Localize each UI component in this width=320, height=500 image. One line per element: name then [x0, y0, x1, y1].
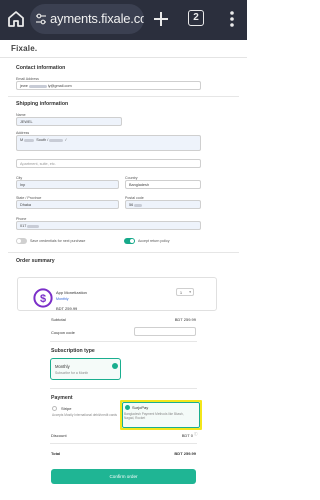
total-label: Total	[51, 451, 61, 456]
email-value-end: ly@gmail.com	[47, 84, 72, 89]
redacted-text	[134, 203, 143, 207]
address-value-start: M	[20, 138, 24, 143]
tab-switcher-button[interactable]: 2	[188, 10, 204, 26]
order-summary-title: Order summary	[16, 258, 55, 264]
subscription-option-monthly[interactable]	[50, 358, 121, 380]
stripe-radio[interactable]	[52, 406, 57, 411]
home-icon[interactable]	[6, 9, 26, 29]
discount-value: BDT 0	[181, 433, 193, 438]
product-name: App Monetization	[56, 290, 87, 295]
stripe-option-title[interactable]: Stripe	[61, 406, 71, 411]
section-divider	[8, 96, 239, 97]
save-details-toggle[interactable]	[16, 238, 27, 244]
discount-label: Discount	[51, 433, 67, 438]
coupon-input[interactable]	[134, 327, 196, 336]
more-menu-icon[interactable]	[225, 8, 239, 30]
section-divider	[8, 252, 239, 253]
redacted-text	[24, 138, 35, 142]
apartment-field[interactable]: Apartment, suite, etc.	[16, 159, 201, 168]
address-value-end: /	[65, 138, 67, 143]
url-text: ayments.fixale.com	[50, 11, 144, 26]
postal-code-value: 56	[129, 203, 134, 208]
highlight-box	[120, 400, 202, 430]
address-bar[interactable]: ayments.fixale.com	[30, 4, 144, 34]
header-divider	[0, 57, 247, 58]
redacted-text	[49, 138, 64, 142]
quantity-select[interactable]: 1 ▾	[176, 288, 194, 296]
postal-code-field[interactable]: 56	[125, 200, 201, 209]
site-settings-icon[interactable]	[34, 12, 48, 26]
new-tab-icon[interactable]	[151, 9, 171, 29]
city-field[interactable]: Inp	[16, 180, 119, 189]
product-plan: Monthly	[56, 297, 69, 301]
address-value-mid: South /	[36, 138, 49, 143]
product-price: BDT 259.99	[56, 306, 78, 311]
payment-title: Payment	[51, 395, 73, 401]
info-icon: ⓘ	[194, 432, 198, 436]
confirm-order-button[interactable]: Confirm order	[51, 469, 196, 484]
coupon-label: Coupon code	[51, 330, 75, 335]
email-field[interactable]: jewe ly@gmail.com	[16, 81, 201, 90]
subtotal-label: Subtotal	[51, 317, 66, 322]
section-divider	[50, 388, 197, 389]
subscription-option-desc: Subscribe for a Month	[55, 371, 89, 375]
accept-policy-toggle[interactable]	[124, 238, 135, 244]
email-value-start: jewe	[20, 84, 28, 89]
accept-policy-label: Accept return policy	[138, 239, 170, 243]
section-divider	[50, 443, 197, 444]
contact-section-title: Contact information	[16, 65, 66, 71]
shipping-section-title: Shipping information	[16, 101, 69, 107]
subtotal-value: BDT 259.99	[174, 317, 196, 322]
phone-value: 017	[20, 224, 27, 229]
address-field[interactable]: M South / /	[16, 135, 201, 151]
quantity-value: 1	[180, 290, 182, 295]
subscription-type-title: Subscription type	[51, 348, 95, 354]
svg-text:$: $	[40, 293, 46, 305]
fixale-logo[interactable]: Fixale.	[11, 44, 37, 53]
subscription-option-title: Monthly	[55, 364, 70, 369]
dollar-coin-icon: $	[33, 288, 53, 308]
checkout-page: Fixale.	[0, 40, 247, 500]
stripe-option-desc: Accepts Mostly International debit/credi…	[52, 413, 118, 417]
selected-radio-icon	[112, 363, 118, 369]
save-details-label: Save credentials for next purchase	[30, 239, 86, 243]
redacted-text	[27, 224, 40, 228]
redacted-text	[28, 84, 47, 88]
country-select[interactable]: Bangladesh	[125, 180, 201, 189]
name-field[interactable]: JEWEL	[16, 117, 122, 126]
chevron-down-icon: ▾	[189, 290, 191, 295]
section-divider	[50, 341, 197, 342]
total-value: BDT 259.99	[174, 451, 196, 456]
state-field[interactable]: Dhaka	[16, 200, 119, 209]
phone-field[interactable]: 017	[16, 221, 201, 230]
browser-toolbar: ayments.fixale.com 2	[0, 0, 247, 40]
